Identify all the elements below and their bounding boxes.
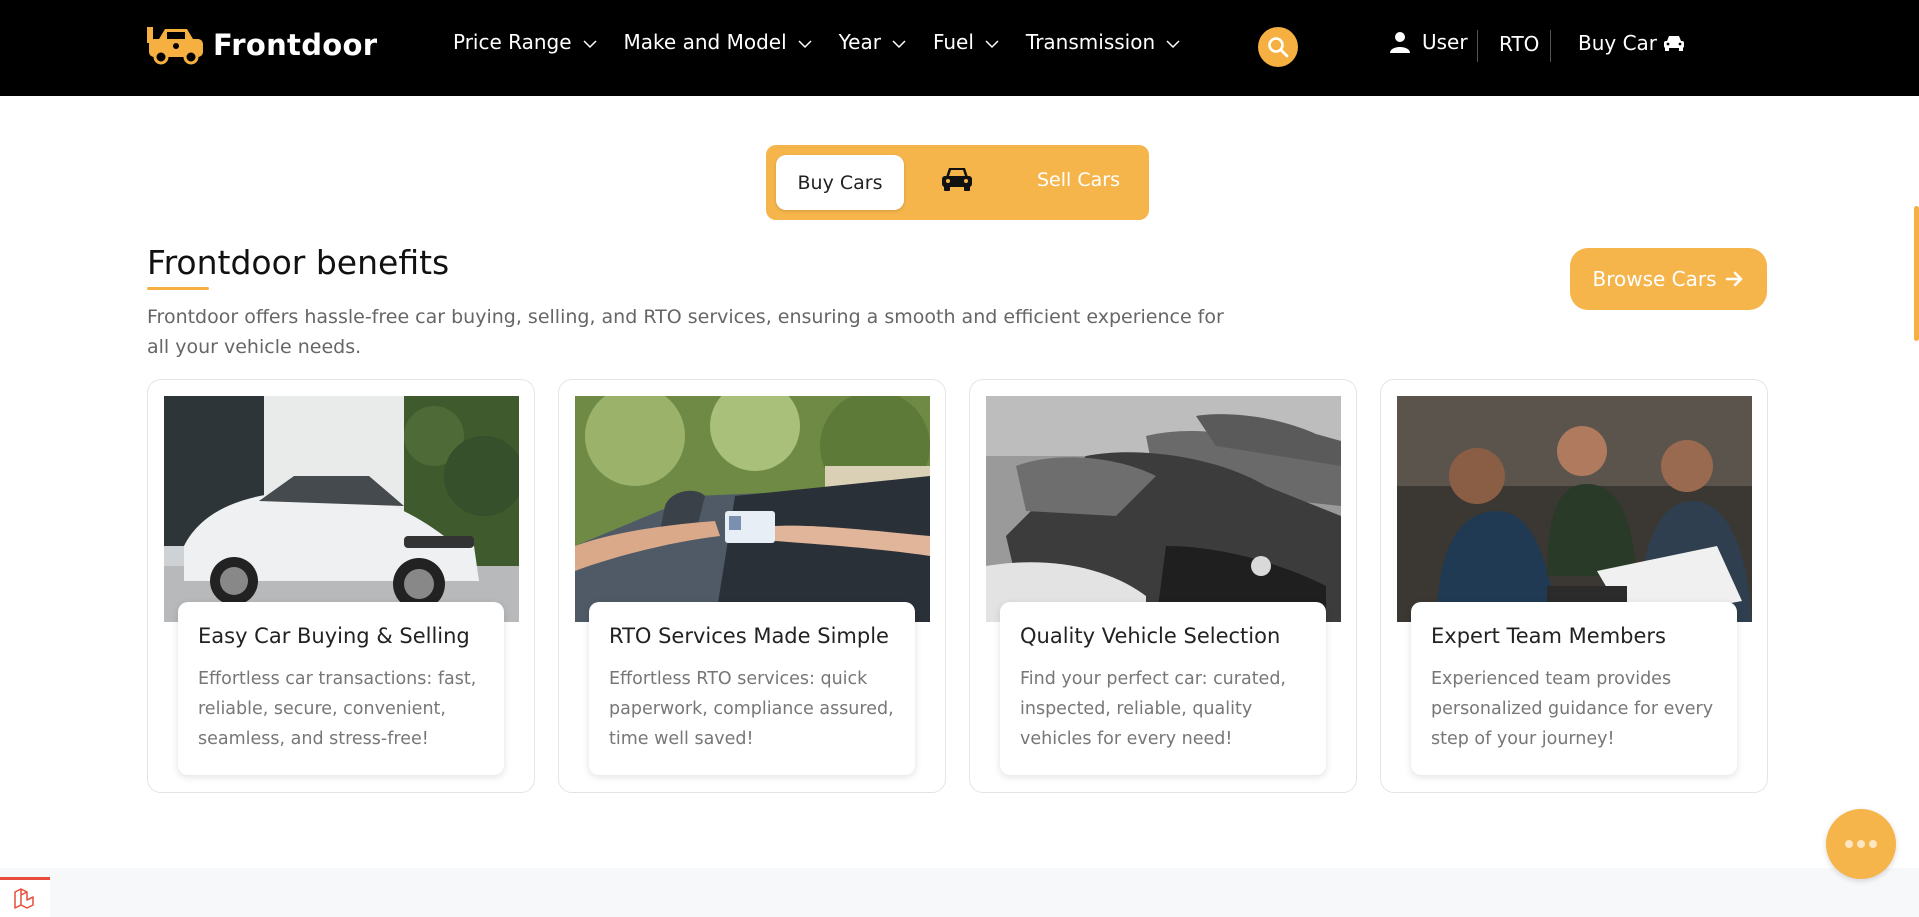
card-title: Easy Car Buying & Selling [198, 624, 470, 648]
car-logo-icon [147, 27, 203, 65]
sell-cars-tab[interactable]: Sell Cars [1037, 169, 1120, 191]
card-image-team [1397, 396, 1752, 622]
user-label: User [1422, 30, 1468, 54]
car-icon [942, 168, 972, 191]
buy-car-label: Buy Car [1578, 31, 1658, 55]
nav-label: Price Range [453, 30, 572, 54]
car-lineup-image [986, 396, 1341, 622]
divider [1477, 30, 1478, 62]
chevron-down-icon [985, 40, 999, 49]
card-title: Quality Vehicle Selection [1020, 624, 1281, 648]
search-icon [1268, 37, 1289, 58]
nav-make-and-model[interactable]: Make and Model [624, 30, 813, 54]
team-meeting-image [1397, 396, 1752, 622]
nav-price-range[interactable]: Price Range [453, 30, 598, 54]
chat-button[interactable] [1826, 809, 1896, 879]
card-image-car [164, 396, 519, 622]
card-text: Experienced team provides personalized g… [1431, 669, 1714, 749]
benefit-card: Easy Car Buying & Selling Effortless car… [147, 379, 535, 793]
buy-sell-toggle: Buy Cars Sell Cars [766, 145, 1149, 220]
corner-widget[interactable] [0, 877, 50, 917]
chevron-down-icon [892, 40, 906, 49]
chevron-down-icon [1166, 40, 1180, 49]
arrow-right-icon [1725, 271, 1742, 287]
nav-label: Year [838, 30, 881, 54]
top-navbar: Frontdoor Price Range Make and Model Yea… [0, 0, 1919, 96]
section-title: Frontdoor benefits [147, 243, 450, 282]
search-button[interactable] [1258, 27, 1298, 67]
buy-car-link[interactable]: Buy Car [1578, 31, 1685, 55]
chevron-down-icon [583, 40, 597, 49]
rto-link[interactable]: RTO [1499, 32, 1539, 56]
framework-logo-icon [14, 887, 34, 909]
chevron-down-icon [798, 40, 812, 49]
nav-label: Fuel [932, 30, 974, 54]
divider [1550, 30, 1551, 62]
user-menu[interactable]: User [1390, 30, 1468, 54]
brand-logo[interactable]: Frontdoor [147, 25, 377, 65]
card-content: Easy Car Buying & Selling Effortless car… [178, 602, 504, 775]
next-section-band [0, 868, 1919, 917]
white-sedan-image [164, 396, 519, 622]
benefit-card: Expert Team Members Experienced team pro… [1380, 379, 1768, 793]
title-underline [147, 287, 209, 290]
nav-label: Make and Model [623, 30, 787, 54]
brand-name: Frontdoor [213, 28, 378, 62]
card-text: Effortless RTO services: quick paperwork… [609, 669, 894, 749]
more-dots-icon [1845, 840, 1877, 848]
card-image-license [575, 396, 930, 622]
car-icon [1664, 36, 1685, 51]
card-content: Quality Vehicle Selection Find your perf… [1000, 602, 1326, 775]
browse-cars-label: Browse Cars [1592, 267, 1717, 291]
user-icon [1390, 32, 1410, 53]
card-text: Effortless car transactions: fast, relia… [198, 669, 477, 749]
card-content: RTO Services Made Simple Effortless RTO … [589, 602, 915, 775]
license-handover-image [575, 396, 930, 622]
buy-cars-tab[interactable]: Buy Cars [776, 155, 904, 210]
card-content: Expert Team Members Experienced team pro… [1411, 602, 1737, 775]
nav-transmission[interactable]: Transmission [1026, 30, 1181, 54]
card-title: RTO Services Made Simple [609, 624, 889, 648]
browse-cars-button[interactable]: Browse Cars [1570, 248, 1767, 310]
nav-label: Transmission [1025, 30, 1156, 54]
nav-fuel[interactable]: Fuel [933, 30, 1000, 54]
benefit-card: RTO Services Made Simple Effortless RTO … [558, 379, 946, 793]
main-nav: Price Range Make and Model Year Fuel Tra… [453, 30, 1207, 54]
section-description: Frontdoor offers hassle-free car buying,… [147, 306, 1224, 358]
card-title: Expert Team Members [1431, 624, 1666, 648]
card-text: Find your perfect car: curated, inspecte… [1020, 669, 1286, 749]
scrollbar-thumb[interactable] [1914, 206, 1919, 341]
card-image-lineup [986, 396, 1341, 622]
benefit-card: Quality Vehicle Selection Find your perf… [969, 379, 1357, 793]
nav-year[interactable]: Year [839, 30, 907, 54]
